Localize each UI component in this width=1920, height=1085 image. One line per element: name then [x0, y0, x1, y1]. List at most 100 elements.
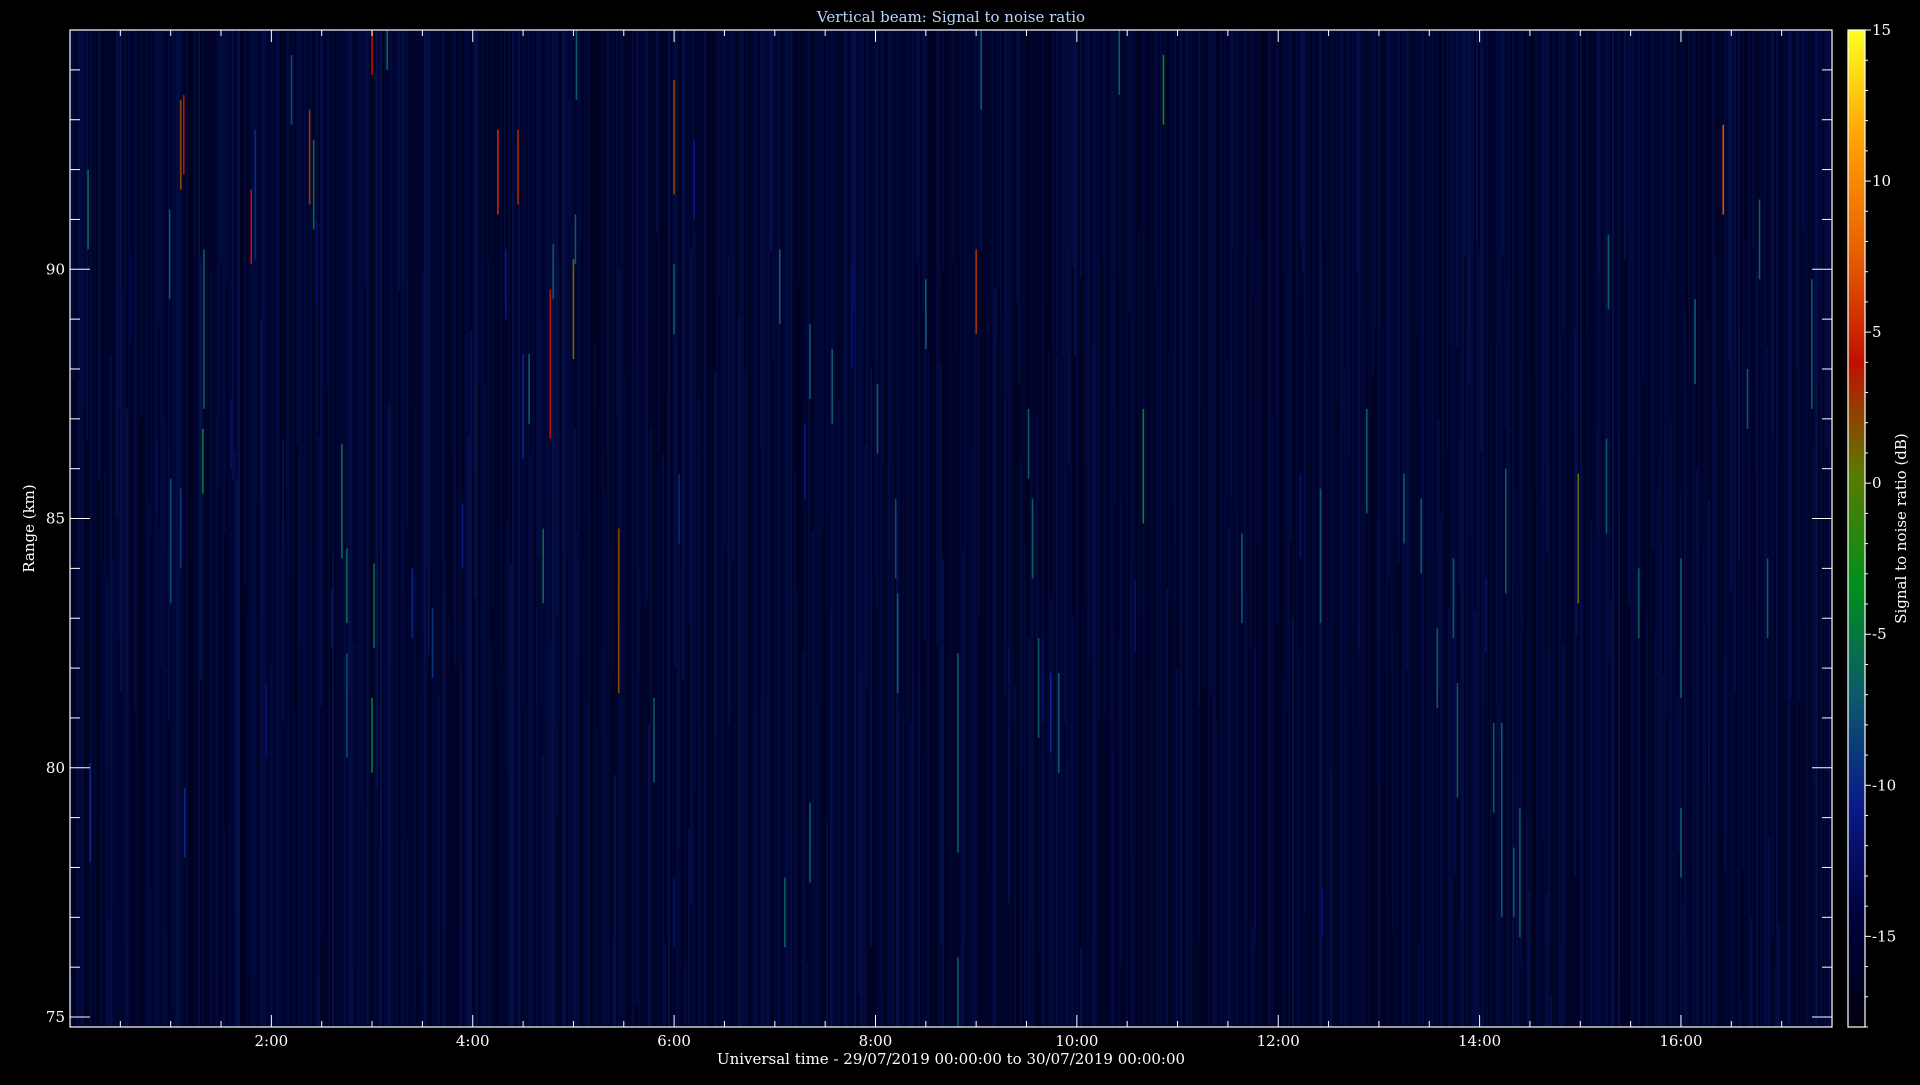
noise-strip [1478, 30, 1480, 250]
noise-strip [1502, 30, 1504, 256]
noise-strip [1592, 426, 1594, 1027]
noise-strip [1662, 30, 1664, 676]
noise-strip [1510, 30, 1512, 1027]
noise-strip [166, 30, 168, 553]
noise-strip [656, 30, 658, 234]
noise-strip [1626, 230, 1628, 1028]
noise-strip [100, 30, 102, 721]
noise-strip [138, 30, 140, 1027]
noise-strip [1448, 30, 1450, 609]
noise-strip [1102, 30, 1104, 261]
noise-strip [1738, 562, 1740, 1027]
noise-strip [1490, 30, 1492, 342]
echo-mark [265, 683, 268, 758]
noise-strip [886, 30, 888, 1027]
noise-strip [1108, 30, 1110, 1027]
noise-strip [600, 648, 602, 1027]
noise-strip [584, 30, 586, 1027]
noise-strip [690, 249, 692, 904]
noise-strip [1116, 719, 1118, 1027]
noise-strip [740, 30, 742, 1027]
noise-strip [1452, 30, 1454, 1027]
echo-mark [1027, 408, 1030, 479]
noise-strip [702, 30, 704, 1027]
noise-strip [614, 774, 616, 1027]
noise-strip [380, 30, 382, 1027]
noise-strip [1716, 405, 1718, 678]
noise-strip [680, 571, 682, 1027]
noise-strip [1736, 30, 1738, 1027]
noise-strip [1392, 634, 1394, 931]
noise-strip [1780, 30, 1782, 1027]
noise-strip [940, 364, 942, 946]
x-tick-label: 4:00 [456, 1032, 490, 1050]
noise-strip [1258, 30, 1260, 544]
noise-strip [1002, 693, 1004, 1027]
noise-strip [678, 848, 680, 1027]
noise-strip [272, 30, 274, 717]
noise-strip [132, 30, 134, 1027]
noise-strip [224, 829, 226, 1027]
noise-strip [1826, 241, 1828, 449]
noise-strip [84, 801, 86, 1027]
noise-strip [1494, 30, 1496, 1027]
noise-strip [1586, 330, 1588, 1028]
noise-strip [732, 560, 734, 1027]
noise-strip [1652, 549, 1654, 1027]
noise-strip [554, 30, 556, 1027]
noise-strip [450, 30, 452, 1027]
noise-strip [74, 435, 76, 1027]
noise-strip [1756, 270, 1758, 1027]
noise-strip [238, 30, 240, 1027]
noise-strip [248, 400, 250, 974]
noise-strip [1254, 30, 1256, 649]
noise-strip [1016, 302, 1018, 1027]
noise-strip [1592, 30, 1594, 427]
noise-strip [378, 30, 380, 553]
noise-strip [298, 30, 300, 1027]
noise-strip [502, 666, 504, 1027]
noise-strip [1762, 434, 1764, 1028]
noise-strip [1190, 645, 1192, 1027]
noise-strip [1042, 30, 1044, 298]
noise-strip [1150, 679, 1152, 1027]
noise-strip [934, 30, 936, 1027]
noise-strip [1766, 346, 1768, 1027]
noise-strip [1442, 456, 1444, 1027]
noise-strip [938, 30, 940, 1027]
echo-mark [1500, 722, 1503, 918]
noise-strip [1068, 251, 1070, 466]
echo-mark [1504, 468, 1507, 594]
noise-strip [1794, 408, 1796, 1027]
noise-strip [1796, 30, 1798, 368]
noise-strip [1802, 30, 1804, 231]
noise-strip [684, 562, 686, 964]
noise-strip [1534, 587, 1536, 1027]
noise-strip [1492, 348, 1494, 1027]
noise-strip [1376, 514, 1378, 785]
noise-strip [706, 652, 708, 1027]
noise-strip [1118, 634, 1120, 1027]
noise-strip [1486, 702, 1488, 1027]
noise-strip [438, 30, 440, 697]
noise-strip [120, 30, 122, 694]
noise-strip [1526, 819, 1528, 1027]
noise-strip [220, 30, 222, 264]
noise-strip [952, 30, 954, 262]
noise-strip [122, 940, 124, 1027]
noise-strip [1428, 30, 1430, 659]
noise-strip [168, 720, 170, 1027]
noise-strip [1558, 628, 1560, 1027]
noise-strip [882, 993, 884, 1027]
noise-strip [1718, 30, 1720, 1027]
noise-strip [832, 30, 834, 235]
noise-strip [376, 790, 378, 1027]
noise-strip [1390, 671, 1392, 1027]
echo-mark [673, 877, 675, 948]
noise-strip [120, 693, 122, 1027]
echo-mark [552, 244, 555, 300]
noise-strip [1242, 30, 1244, 253]
noise-strip [306, 30, 308, 554]
noise-strip [1050, 392, 1052, 600]
noise-strip [1302, 30, 1304, 273]
